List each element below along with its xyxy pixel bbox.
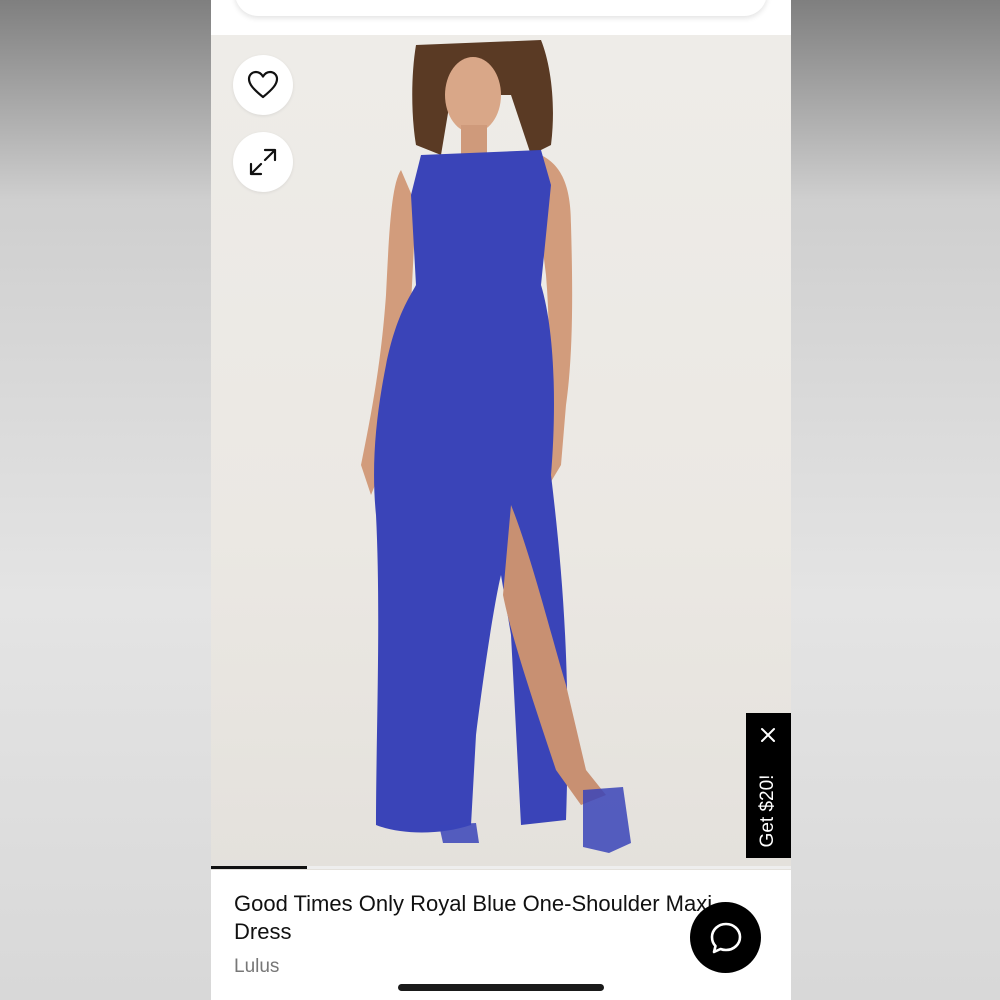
promo-label[interactable]: Get $20! (757, 775, 779, 848)
expand-button[interactable] (233, 132, 293, 192)
heart-icon (247, 70, 279, 99)
product-brand[interactable]: Lulus (234, 956, 279, 978)
chat-button[interactable] (690, 902, 761, 973)
left-shoe (439, 823, 479, 843)
favorite-button[interactable] (233, 55, 293, 115)
gallery-progress (211, 866, 791, 869)
background-blur-right (791, 0, 1000, 1000)
product-title: Good Times Only Royal Blue One-Shoulder … (234, 891, 713, 944)
background-blur-left (0, 0, 211, 1000)
right-shoe (583, 787, 631, 853)
neck (461, 125, 487, 155)
model-photo (361, 40, 631, 853)
face (445, 57, 501, 133)
close-icon[interactable] (758, 725, 778, 745)
product-page: Get $20! Good Times Only Royal Blue One-… (211, 0, 791, 1000)
expand-icon (249, 148, 277, 176)
home-indicator (398, 984, 604, 991)
search-bar[interactable] (235, 0, 767, 16)
gallery-progress-fill (211, 866, 307, 869)
chat-bubble-icon (710, 922, 741, 953)
product-image[interactable] (211, 35, 791, 870)
promo-tab[interactable]: Get $20! (746, 713, 791, 858)
